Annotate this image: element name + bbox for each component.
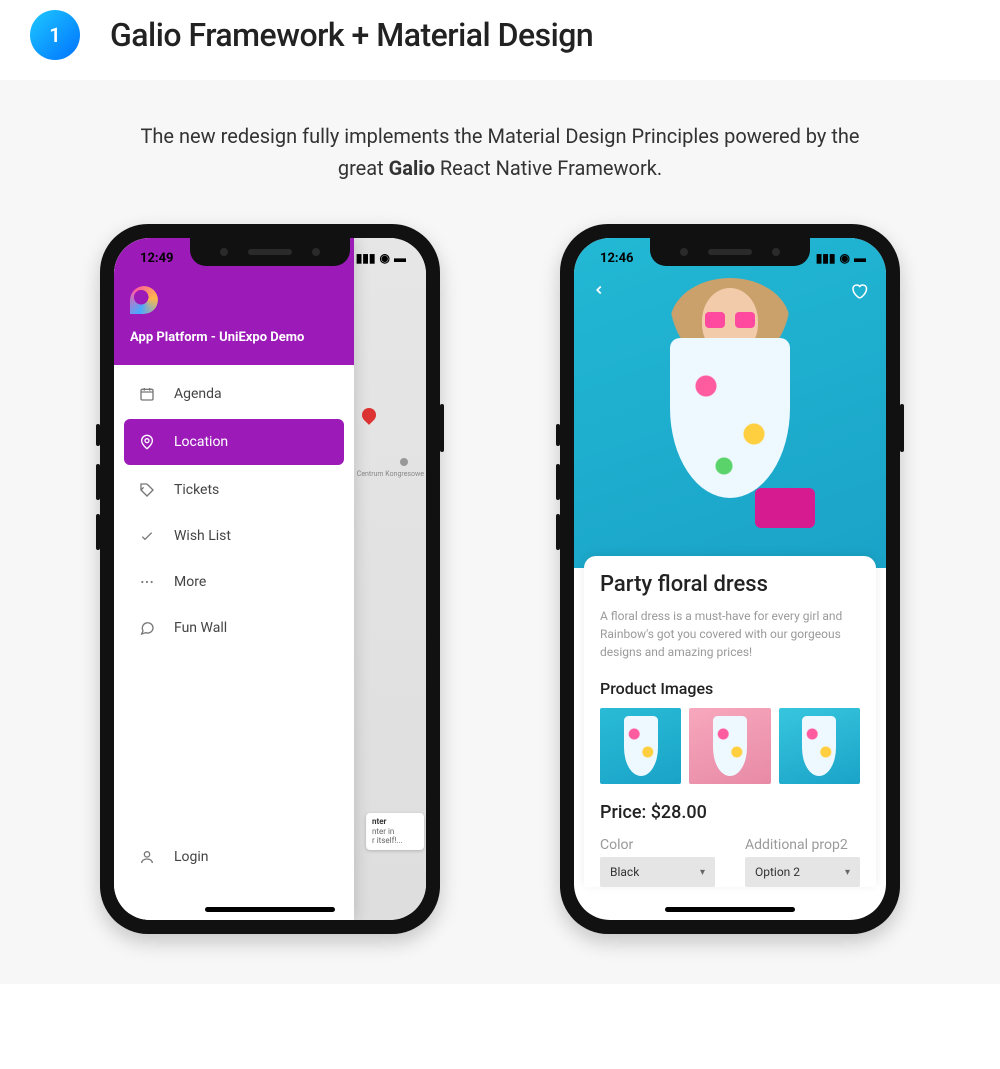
product-thumbnail[interactable] <box>689 708 770 784</box>
color-label: Color <box>600 837 715 853</box>
sidebar-item-label: More <box>174 574 206 590</box>
wifi-icon: ◉ <box>840 251 850 265</box>
prop2-select-value: Option 2 <box>755 865 800 879</box>
wifi-icon: ◉ <box>380 251 390 265</box>
color-select-value: Black <box>610 865 639 879</box>
product-description: A floral dress is a must-have for every … <box>600 607 860 661</box>
status-icons: ▮▮▮ ◉ ▬ <box>816 251 866 265</box>
app-logo-icon <box>130 286 158 314</box>
signal-icon: ▮▮▮ <box>816 251 836 265</box>
product-images-heading: Product Images <box>600 679 860 698</box>
status-time: 12:46 <box>600 251 634 266</box>
chevron-down-icon: ▾ <box>700 867 705 878</box>
sidebar-item-label: Tickets <box>174 482 219 498</box>
pin-icon <box>138 434 156 450</box>
prop2-select[interactable]: Option 2 ▾ <box>745 857 860 887</box>
phone-notch <box>190 238 350 266</box>
product-thumbnail[interactable] <box>600 708 681 784</box>
product-hero-image: 12:46 ▮▮▮ ◉ ▬ <box>574 238 886 568</box>
tag-icon <box>138 482 156 498</box>
chat-icon <box>138 620 156 636</box>
phone-mockup-product: 12:46 ▮▮▮ ◉ ▬ <box>560 224 900 934</box>
sidebar-item-more[interactable]: More <box>124 559 344 605</box>
sidebar-item-label: Wish List <box>174 528 231 544</box>
user-icon <box>138 849 156 865</box>
favorite-button[interactable] <box>850 282 868 304</box>
status-icons: ▮▮▮ ◉ ▬ <box>356 251 406 265</box>
phone-mockup-drawer: Centrum Kongresowe nter nter in r itself… <box>100 224 440 934</box>
model-illustration <box>635 278 825 568</box>
subtitle-bold: Galio <box>389 156 435 180</box>
map-card-title: nter <box>372 817 418 827</box>
dots-icon <box>138 574 156 590</box>
login-label: Login <box>174 849 209 865</box>
drawer-title: App Platform - UniExpo Demo <box>130 330 338 345</box>
map-poi-label: Centrum Kongresowe <box>357 470 424 478</box>
status-time: 12:49 <box>140 251 174 266</box>
map-poi-icon[interactable] <box>400 458 408 466</box>
price-row: Price: $28.00 <box>600 802 860 823</box>
step-badge: 1 <box>30 10 80 60</box>
calendar-icon <box>138 386 156 402</box>
color-select[interactable]: Black ▾ <box>600 857 715 887</box>
price-value: $28.00 <box>651 802 707 823</box>
login-button[interactable]: Login <box>124 834 344 880</box>
map-card-line: nter in <box>372 827 418 837</box>
phone-notch <box>650 238 810 266</box>
product-thumbnail[interactable] <box>779 708 860 784</box>
prop2-label: Additional prop2 <box>745 837 860 853</box>
product-card: Party floral dress A floral dress is a m… <box>584 556 876 887</box>
map-info-card[interactable]: nter nter in r itself!... <box>366 813 424 850</box>
sidebar-item-wish-list[interactable]: Wish List <box>124 513 344 559</box>
sidebar-item-label: Location <box>174 434 228 450</box>
sidebar-item-location[interactable]: Location <box>124 419 344 465</box>
home-indicator[interactable] <box>205 907 335 912</box>
battery-icon: ▬ <box>854 251 866 265</box>
map-card-line: r itself!... <box>372 836 418 846</box>
sidebar-item-tickets[interactable]: Tickets <box>124 467 344 513</box>
page-title: Galio Framework + Material Design <box>110 16 593 54</box>
page-subtitle: The new redesign fully implements the Ma… <box>120 120 880 184</box>
check-icon <box>138 528 156 544</box>
price-label: Price: <box>600 802 651 823</box>
navigation-drawer: 12:49 App Platform - UniExpo Demo Agenda… <box>114 238 354 920</box>
signal-icon: ▮▮▮ <box>356 251 376 265</box>
sidebar-item-label: Fun Wall <box>174 620 227 636</box>
subtitle-text-post: React Native Framework. <box>435 156 662 180</box>
sidebar-item-label: Agenda <box>174 386 222 402</box>
sidebar-item-agenda[interactable]: Agenda <box>124 371 344 417</box>
chevron-down-icon: ▾ <box>845 867 850 878</box>
battery-icon: ▬ <box>394 251 406 265</box>
home-indicator[interactable] <box>665 907 795 912</box>
product-title: Party floral dress <box>600 572 860 597</box>
back-button[interactable] <box>592 282 606 304</box>
sidebar-item-fun-wall[interactable]: Fun Wall <box>124 605 344 651</box>
